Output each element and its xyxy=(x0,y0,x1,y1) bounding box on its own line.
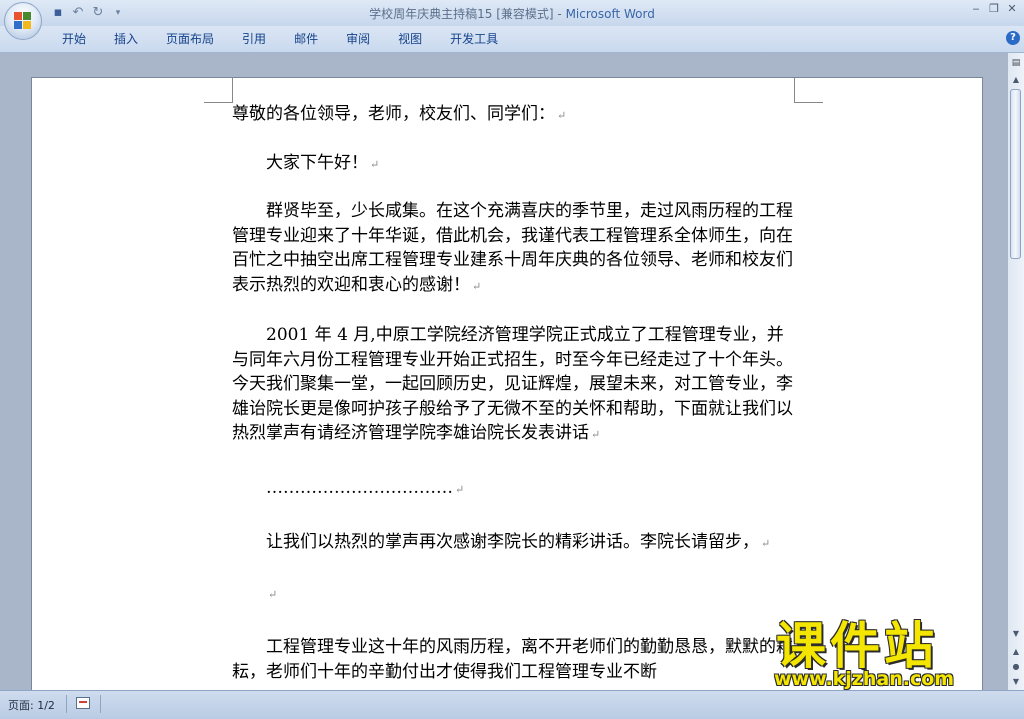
paragraph-spacing xyxy=(232,177,797,199)
status-divider xyxy=(66,695,67,713)
paragraph-text: 大家下午好！ xyxy=(266,152,368,173)
crop-mark-top-left xyxy=(204,78,233,103)
document-area: 尊敬的各位领导，老师，校友们、同学们： ↵ 大家下午好！ ↵ 群贤毕至，少长咸集。在… xyxy=(0,53,1008,690)
tab-insert[interactable]: 插入 xyxy=(100,31,152,47)
tab-view[interactable]: 视图 xyxy=(384,31,436,47)
tab-page-layout[interactable]: 页面布局 xyxy=(152,31,228,47)
scroll-thumb[interactable] xyxy=(1010,89,1021,259)
logo-square-red xyxy=(14,12,22,20)
logo-square-yellow xyxy=(23,21,31,29)
logo-square-green xyxy=(23,12,31,20)
office-button[interactable] xyxy=(4,2,42,40)
tab-list: 开始 插入 页面布局 引用 邮件 审阅 视图 开发工具 xyxy=(48,31,512,47)
help-icon[interactable]: ? xyxy=(1006,31,1020,45)
title-bar: ▪ ↶ ↻ ▾ 学校周年庆典主持稿15 [兼容模式] - Microsoft W… xyxy=(0,0,1024,26)
watermark-url: www.kjzhan.com xyxy=(774,668,955,690)
previous-page-icon[interactable]: ▲ xyxy=(1008,645,1024,659)
paragraph-mark-icon: ↵ xyxy=(268,587,278,601)
tab-home[interactable]: 开始 xyxy=(48,31,100,47)
restore-button[interactable]: ❐ xyxy=(986,2,1002,16)
ribbon-tabs: 开始 插入 页面布局 引用 邮件 审阅 视图 开发工具 ? xyxy=(0,26,1024,53)
paragraph-text: 尊敬的各位领导，老师，校友们、同学们： xyxy=(232,104,555,124)
paragraph-mark-icon: ↵ xyxy=(557,109,567,122)
next-page-icon[interactable]: ▼ xyxy=(1008,675,1024,689)
tab-references[interactable]: 引用 xyxy=(228,31,280,47)
paragraph: 大家下午好！ ↵ xyxy=(232,151,797,178)
paragraph-text: 工程管理专业这十年的风雨历程，离不开老师们的勤勤恳恳，默默的耕耘，老师们十年的辛… xyxy=(232,637,793,682)
window-controls: ‒ ❐ ✕ xyxy=(968,2,1020,16)
minimize-button[interactable]: ‒ xyxy=(968,2,984,16)
watermark-text: 课件站 xyxy=(776,617,938,675)
app-name: Microsoft Word xyxy=(565,7,655,21)
document-body[interactable]: 尊敬的各位领导，老师，校友们、同学们： ↵ 大家下午好！ ↵ 群贤毕至，少长咸集。在… xyxy=(232,102,797,684)
tab-developer[interactable]: 开发工具 xyxy=(436,31,512,47)
scroll-up-icon[interactable]: ▲ xyxy=(1008,73,1024,87)
window-title: 学校周年庆典主持稿15 [兼容模式] - Microsoft Word xyxy=(0,5,1024,22)
paragraph-text: …………………………… xyxy=(266,477,453,498)
vertical-scrollbar[interactable]: ▤ ▲ ▼ ▲ ● ▼ xyxy=(1008,53,1024,690)
page-count[interactable]: 页面: 1/2 xyxy=(8,697,55,713)
paragraph-text: 让我们以热烈的掌声再次感谢李院长的精彩讲话。李院长请留步， xyxy=(266,532,759,552)
document-title: 学校周年庆典主持稿15 [兼容模式] - xyxy=(369,7,566,21)
paragraph: 尊敬的各位领导，老师，校友们、同学们： ↵ xyxy=(232,102,797,129)
close-button[interactable]: ✕ xyxy=(1004,2,1020,16)
status-divider xyxy=(100,695,101,713)
document-page[interactable]: 尊敬的各位领导，老师，校友们、同学们： ↵ 大家下午好！ ↵ 群贤毕至，少长咸集。在… xyxy=(31,77,983,690)
paragraph-mark-icon: ↵ xyxy=(455,482,465,496)
paragraph-mark-icon: ↵ xyxy=(472,279,482,293)
paragraph-spacing xyxy=(232,129,797,151)
paragraph: …………………………… ↵ xyxy=(232,476,797,503)
select-browse-object-icon[interactable]: ● xyxy=(1008,660,1024,674)
paragraph: 工程管理专业这十年的风雨历程，离不开老师们的勤勤恳恳，默默的耕耘，老师们十年的辛… xyxy=(232,635,797,684)
paragraph-mark-icon: ↵ xyxy=(761,537,771,550)
paragraph: 2001 年 4 月,中原工学院经济管理学院正式成立了工程管理专业，并与同年六月… xyxy=(232,323,797,448)
crop-mark-top-right xyxy=(794,78,823,103)
proofing-icon[interactable] xyxy=(76,697,90,709)
office-logo-icon xyxy=(14,12,32,30)
paragraph-spacing xyxy=(232,557,797,581)
paragraph-mark-icon: ↵ xyxy=(591,428,601,441)
paragraph: 群贤毕至，少长咸集。在这个充满喜庆的季节里，走过风雨历程的工程管理专业迎来了十年… xyxy=(232,199,797,299)
status-bar: 页面: 1/2 xyxy=(0,690,1024,719)
paragraph-spacing xyxy=(232,448,797,476)
paragraph-spacing xyxy=(232,607,797,635)
paragraph-spacing xyxy=(232,502,797,530)
paragraph-text: 2001 年 4 月,中原工学院经济管理学院正式成立了工程管理专业，并与同年六月… xyxy=(232,325,793,443)
scroll-down-icon[interactable]: ▼ xyxy=(1008,627,1024,641)
tab-review[interactable]: 审阅 xyxy=(332,31,384,47)
watermark: 课件站 www.kjzhan.com xyxy=(770,618,1010,694)
view-ruler-icon[interactable]: ▤ xyxy=(1010,57,1022,69)
paragraph: 让我们以热烈的掌声再次感谢李院长的精彩讲话。李院长请留步， ↵ xyxy=(232,530,797,557)
tab-mailings[interactable]: 邮件 xyxy=(280,31,332,47)
paragraph-spacing xyxy=(232,299,797,323)
logo-square-blue xyxy=(14,21,22,29)
paragraph-text: 群贤毕至，少长咸集。在这个充满喜庆的季节里，走过风雨历程的工程管理专业迎来了十年… xyxy=(232,201,793,295)
paragraph: ↵ xyxy=(232,581,797,608)
paragraph-mark-icon: ↵ xyxy=(370,157,380,171)
